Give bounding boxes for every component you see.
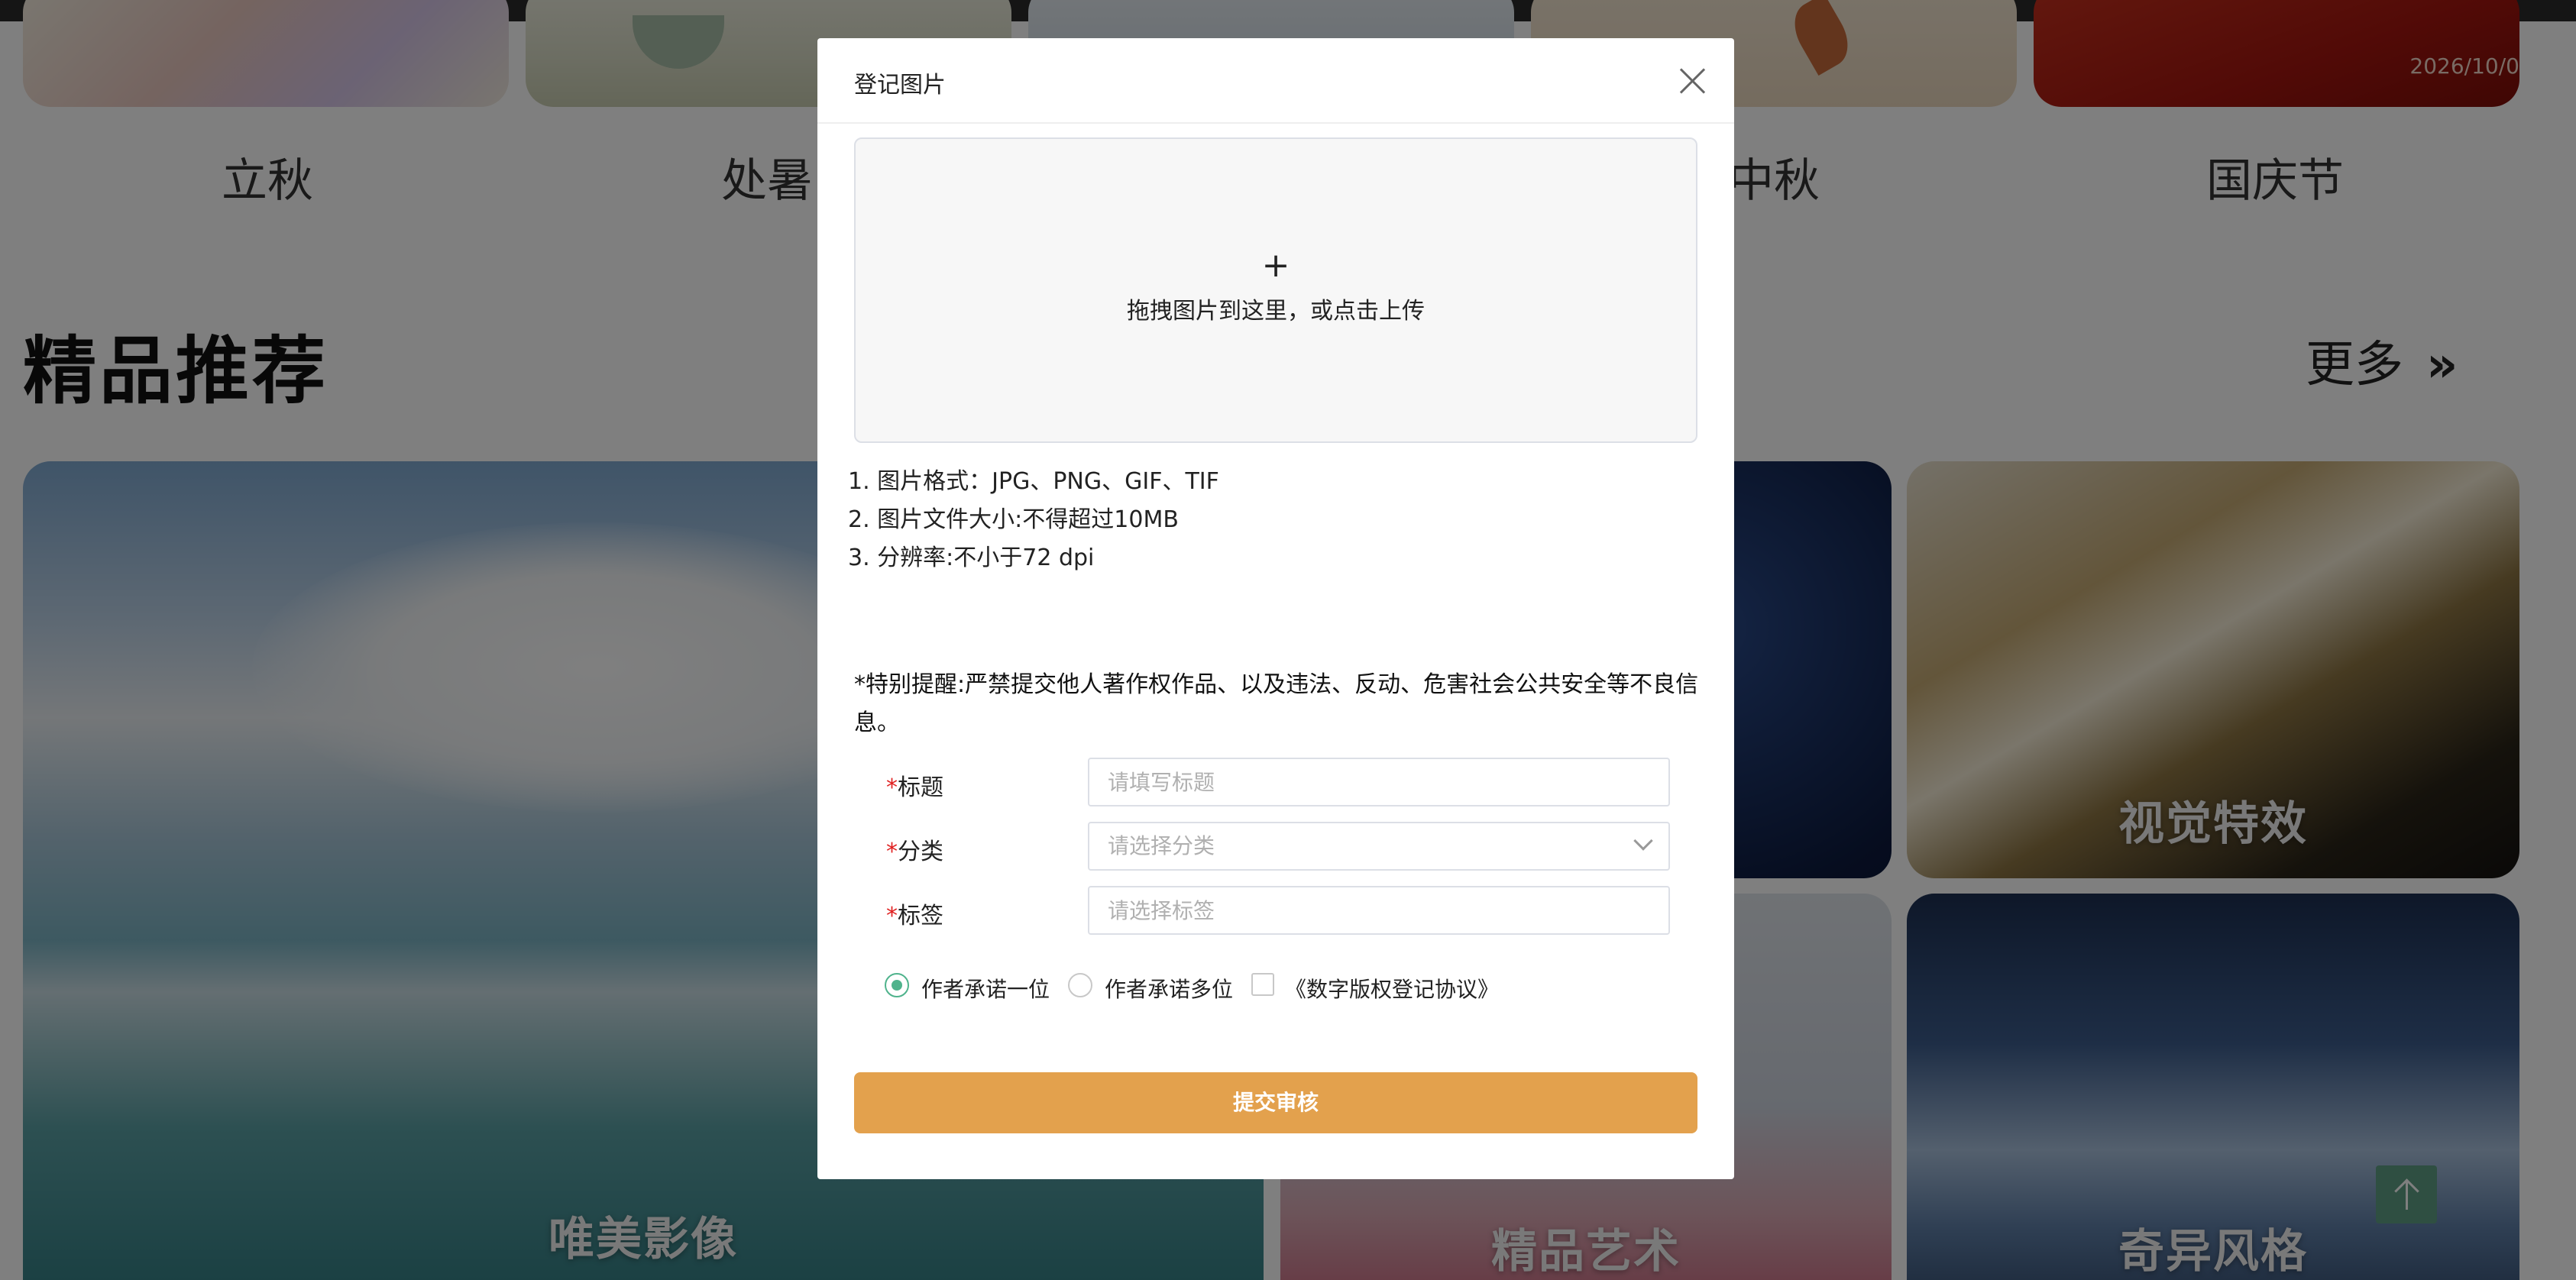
title-label-text: 标题 — [898, 774, 943, 801]
requirement-format: 1. 图片格式：JPG、PNG、GIF、TIF — [848, 468, 1219, 495]
tags-label-text: 标签 — [898, 903, 943, 929]
required-mark: * — [886, 839, 898, 865]
special-warning: *特别提醒:严禁提交他人著作权作品、以及违法、反动、危害社会公共安全等不良信息。 — [854, 671, 1699, 736]
required-mark: * — [886, 774, 898, 801]
upload-hint: 拖拽图片到这里，或点击上传 — [1127, 298, 1425, 325]
requirement-size: 2. 图片文件大小:不得超过10MB — [848, 506, 1179, 533]
tags-label: *标签 — [886, 897, 943, 930]
register-image-dialog: 登记图片 + 拖拽图片到这里，或点击上传 1. 图片格式：JPG、PNG、GIF… — [817, 38, 1734, 1179]
category-select[interactable]: 请选择分类 — [1088, 822, 1670, 871]
agreement-link[interactable]: 《数字版权登记协议》 — [1285, 973, 1499, 1004]
multi-author-label[interactable]: 作者承诺多位 — [1105, 973, 1233, 1004]
dialog-title: 登记图片 — [854, 72, 946, 99]
submit-review-button[interactable]: 提交审核 — [854, 1072, 1697, 1133]
tags-input[interactable] — [1088, 886, 1670, 935]
dialog-header: 登记图片 — [817, 38, 1734, 124]
requirement-resolution: 3. 分辨率:不小于72 dpi — [848, 545, 1095, 571]
category-placeholder: 请选择分类 — [1108, 833, 1215, 858]
image-upload-dropzone[interactable]: + 拖拽图片到这里，或点击上传 — [854, 137, 1697, 443]
single-author-label[interactable]: 作者承诺一位 — [921, 973, 1050, 1004]
radio-multi-author[interactable] — [1068, 973, 1092, 997]
agreement-checkbox[interactable] — [1251, 973, 1274, 996]
title-input[interactable] — [1088, 758, 1670, 806]
upload-requirements: 1. 图片格式：JPG、PNG、GIF、TIF 2. 图片文件大小:不得超过10… — [848, 463, 1219, 577]
plus-icon: + — [1261, 246, 1290, 285]
radio-single-author[interactable] — [885, 973, 909, 997]
category-label-text: 分类 — [898, 839, 943, 865]
category-label: *分类 — [886, 832, 943, 866]
chevron-down-icon — [1633, 831, 1653, 851]
title-label: *标题 — [886, 768, 943, 802]
required-mark: * — [886, 903, 898, 929]
close-icon[interactable] — [1679, 67, 1707, 95]
